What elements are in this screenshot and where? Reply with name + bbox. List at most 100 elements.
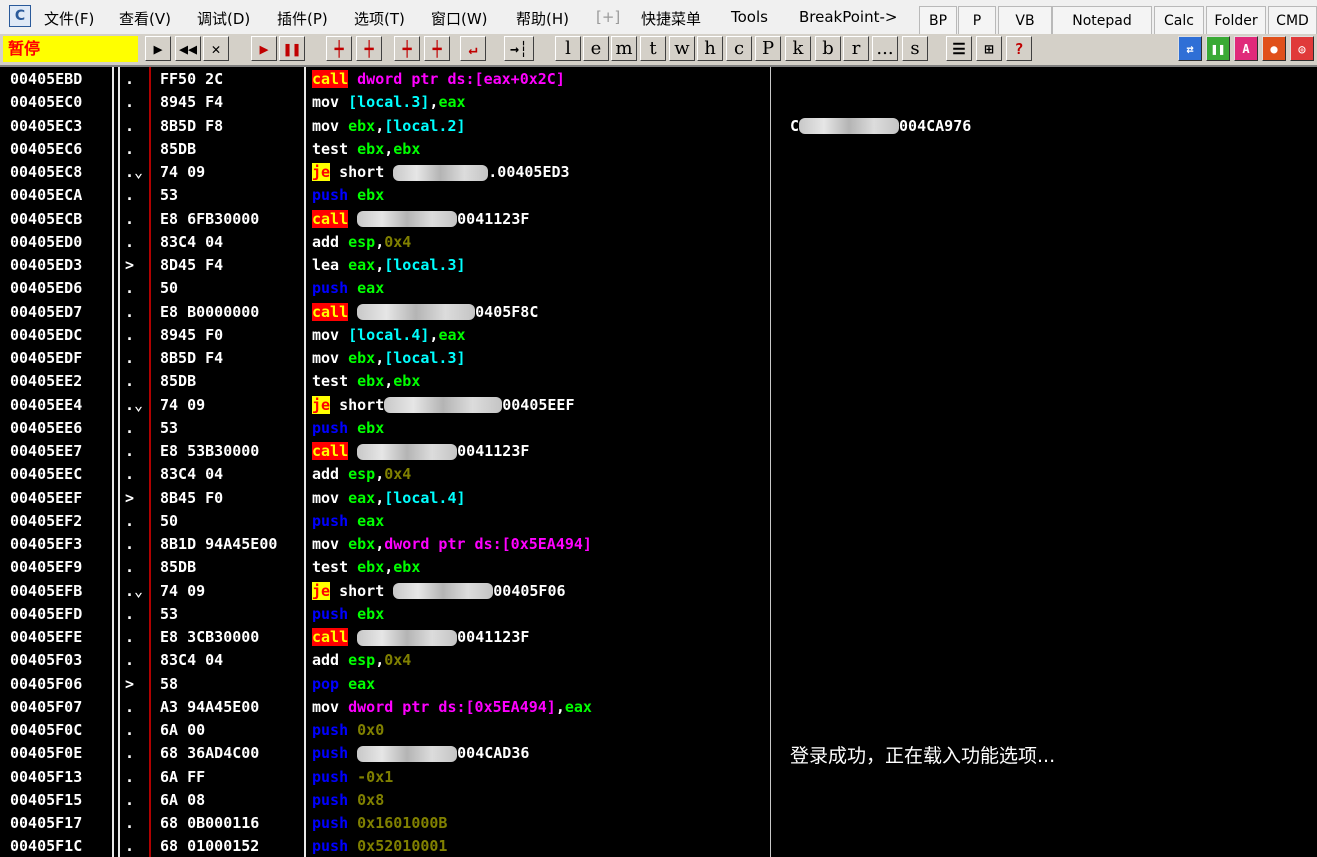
- grid-view-icon[interactable]: ⊞: [976, 36, 1002, 61]
- disasm-row[interactable]: 00405F15. 6A 08 push 0x8: [0, 788, 770, 811]
- disassembly-pane[interactable]: 00405EBD. FF50 2C call dword ptr ds:[eax+0…: [0, 67, 1317, 857]
- menu-item[interactable]: 调试(D): [197, 8, 250, 29]
- disasm-row[interactable]: 00405F0C. 6A 00 push 0x0: [0, 718, 770, 741]
- menu-item[interactable]: 插件(P): [277, 8, 328, 29]
- disasm-row[interactable]: 00405EC3. 8B5D F8 mov ebx,[local.2]: [0, 114, 770, 137]
- window-letter-button[interactable]: P: [755, 36, 781, 61]
- disasm-row[interactable]: 00405ED3 >8D45 F4 lea eax,[local.3]: [0, 253, 770, 276]
- window-letter-button[interactable]: m: [611, 36, 637, 61]
- address: 00405EEF: [10, 488, 83, 507]
- disasm-row[interactable]: 00405ECB. E8 6FB30000 call 0041123F: [0, 207, 770, 230]
- disasm-row[interactable]: 00405EFE. E8 3CB30000 call 0041123F: [0, 625, 770, 648]
- menu-item[interactable]: 快捷菜单: [641, 8, 701, 29]
- disasm-row[interactable]: 00405F06 >58 pop eax: [0, 672, 770, 695]
- disasm-row[interactable]: 00405EFB .⌄ 74 09 je short 00405F06: [0, 579, 770, 602]
- menu-item[interactable]: BreakPoint->: [799, 8, 897, 26]
- col-divider-5: [770, 67, 771, 857]
- instruction: add esp,0x4: [312, 465, 411, 483]
- disasm-row[interactable]: 00405EF3. 8B1D 94A45E00 mov ebx,dword ptr …: [0, 532, 770, 555]
- menu-item[interactable]: 文件(F): [44, 8, 94, 29]
- window-letter-button[interactable]: r: [843, 36, 869, 61]
- instruction-token: call: [312, 442, 349, 460]
- quick-button[interactable]: CMD: [1268, 6, 1317, 34]
- window-letter-button[interactable]: b: [815, 36, 841, 61]
- disasm-row[interactable]: 00405EFD. 53 push ebx: [0, 602, 770, 625]
- disasm-row[interactable]: 00405EF9. 85DB test ebx,ebx: [0, 555, 770, 578]
- step-into-icon[interactable]: ┿: [326, 36, 352, 61]
- window-letter-button[interactable]: ...: [872, 36, 898, 61]
- disasm-row[interactable]: 00405EEC. 83C4 04 add esp,0x4: [0, 462, 770, 485]
- step-over-icon[interactable]: ┿: [356, 36, 382, 61]
- go-to-icon[interactable]: →┆: [504, 36, 534, 61]
- address: 00405F17: [10, 814, 83, 832]
- window-letter-button[interactable]: k: [785, 36, 811, 61]
- window-letter-button[interactable]: c: [726, 36, 752, 61]
- menu-item[interactable]: 窗口(W): [431, 8, 488, 29]
- disasm-row[interactable]: 00405EE6. 53 push ebx: [0, 416, 770, 439]
- disasm-row[interactable]: 00405EE2. 85DB test ebx,ebx: [0, 369, 770, 392]
- instruction: push 004CAD36: [312, 744, 529, 762]
- quick-button[interactable]: Notepad: [1052, 6, 1152, 34]
- trace-over-icon[interactable]: ┿: [424, 36, 450, 61]
- a-icon[interactable]: A: [1234, 36, 1258, 61]
- rewind-icon[interactable]: ◀◀: [175, 36, 201, 61]
- instruction: add esp,0x4: [312, 233, 411, 251]
- open-icon[interactable]: ▶: [145, 36, 171, 61]
- disasm-row[interactable]: 00405ED6. 50 push eax: [0, 276, 770, 299]
- menu-item[interactable]: 选项(T): [354, 8, 405, 29]
- disasm-row[interactable]: 00405F07. A3 94A45E00 mov dword ptr ds:[0x…: [0, 695, 770, 718]
- disasm-row[interactable]: 00405EBD. FF50 2C call dword ptr ds:[eax+0…: [0, 67, 770, 90]
- run-icon[interactable]: ▶: [251, 36, 277, 61]
- instruction-token: call: [312, 628, 349, 646]
- comment-text: 登录成功，正在载入功能选项...: [790, 745, 1056, 768]
- help-icon[interactable]: ?: [1006, 36, 1032, 61]
- jump-marker: >: [125, 674, 135, 693]
- execute-till-return-icon[interactable]: ↵: [460, 36, 486, 61]
- quick-button[interactable]: Calc: [1154, 6, 1204, 34]
- menu-item[interactable]: 帮助(H): [516, 8, 569, 29]
- trace-into-icon[interactable]: ┿: [394, 36, 420, 61]
- address: 00405ED6: [10, 279, 83, 298]
- comment: C 004CA976: [790, 117, 971, 135]
- disasm-row[interactable]: 00405F0E. 68 36AD4C00 push 004CAD36: [0, 741, 770, 764]
- disasm-row[interactable]: 00405ED7. E8 B0000000 call 0405F8C: [0, 300, 770, 323]
- disasm-row[interactable]: 00405EDC. 8945 F0 mov [local.4],eax: [0, 323, 770, 346]
- menu-item[interactable]: 查看(V): [119, 8, 171, 29]
- record-icon[interactable]: ●: [1262, 36, 1286, 61]
- window-letter-button[interactable]: l: [555, 36, 581, 61]
- app-logo-icon[interactable]: C: [9, 5, 31, 27]
- window-letter-button[interactable]: s: [902, 36, 928, 61]
- disasm-row[interactable]: 00405EC6. 85DB test ebx,ebx: [0, 137, 770, 160]
- pause-icon[interactable]: ❚❚: [279, 36, 305, 61]
- quick-button[interactable]: BP: [919, 6, 957, 34]
- target-icon[interactable]: ◎: [1290, 36, 1314, 61]
- list-view-icon[interactable]: ☰: [946, 36, 972, 61]
- disasm-row[interactable]: 00405EEF >8B45 F0 mov eax,[local.4]: [0, 486, 770, 509]
- quick-button[interactable]: P: [958, 6, 996, 34]
- disasm-row[interactable]: 00405EE4 .⌄ 74 09 je short 00405EEF: [0, 393, 770, 416]
- pause-all-icon[interactable]: ❚❚: [1206, 36, 1230, 61]
- menu-item[interactable]: [+]: [596, 8, 620, 26]
- disasm-row[interactable]: 00405EDF. 8B5D F4 mov ebx,[local.3]: [0, 346, 770, 369]
- disasm-row[interactable]: 00405EC8 .⌄ 74 09 je short .00405ED3: [0, 160, 770, 183]
- disasm-row[interactable]: 00405ECA. 53 push ebx: [0, 183, 770, 206]
- disasm-row[interactable]: 00405EE7. E8 53B30000 call 0041123F: [0, 439, 770, 462]
- instruction-token: push: [312, 604, 358, 623]
- window-letter-button[interactable]: h: [697, 36, 723, 61]
- disasm-row[interactable]: 00405ED0. 83C4 04 add esp,0x4: [0, 230, 770, 253]
- disasm-row[interactable]: 00405F17. 68 0B000116 push 0x1601000B: [0, 811, 770, 834]
- refresh-icon[interactable]: ⇄: [1178, 36, 1202, 61]
- disasm-row[interactable]: 00405F1C. 68 01000152 push 0x52010001: [0, 834, 770, 857]
- disasm-row[interactable]: 00405EC0. 8945 F4 mov [local.3],eax: [0, 90, 770, 113]
- window-letter-button[interactable]: t: [640, 36, 666, 61]
- menu-item[interactable]: Tools: [731, 8, 768, 26]
- disasm-row[interactable]: 00405F13. 6A FF push -0x1: [0, 765, 770, 788]
- disasm-row[interactable]: 00405F03. 83C4 04 add esp,0x4: [0, 648, 770, 671]
- window-letter-button[interactable]: w: [669, 36, 695, 61]
- jump-marker: .: [125, 70, 135, 88]
- quick-button[interactable]: VB: [998, 6, 1052, 34]
- close-icon[interactable]: ✕: [203, 36, 229, 61]
- window-letter-button[interactable]: e: [583, 36, 609, 61]
- disasm-row[interactable]: 00405EF2. 50 push eax: [0, 509, 770, 532]
- quick-button[interactable]: Folder: [1206, 6, 1266, 34]
